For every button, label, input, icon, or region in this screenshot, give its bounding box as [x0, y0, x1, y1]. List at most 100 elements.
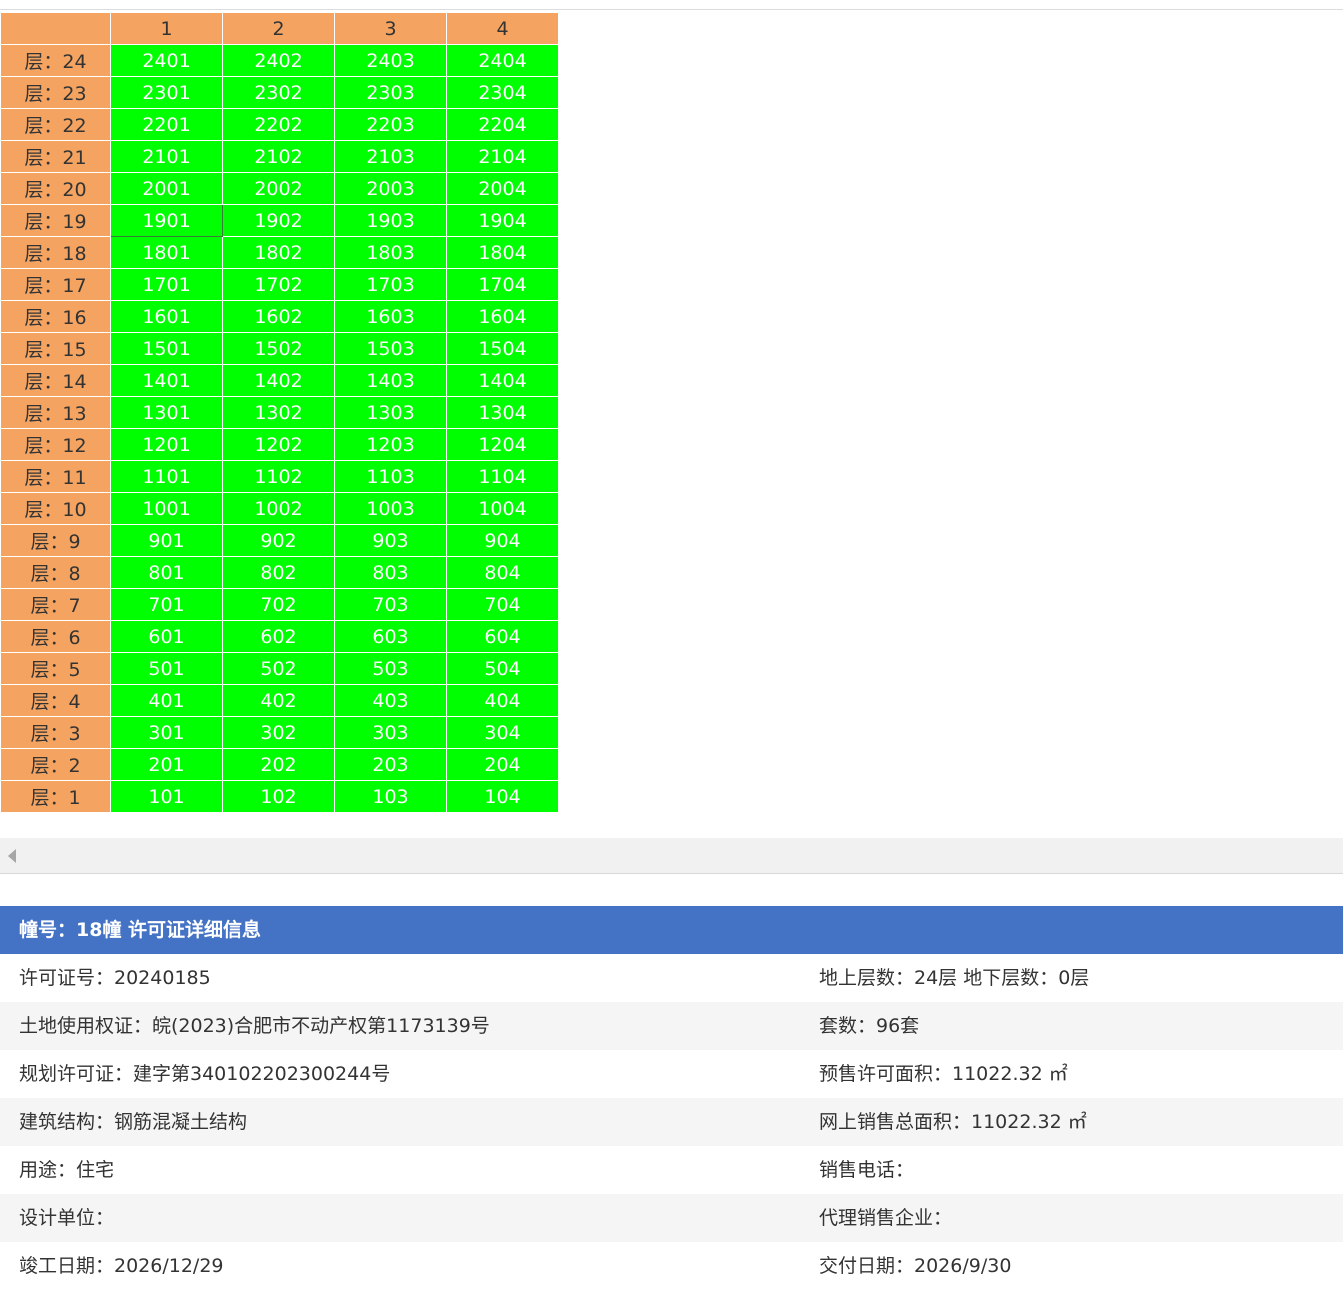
room-cell[interactable]: 201	[110, 748, 223, 781]
permit-info-table: 许可证号：20240185 地上层数：24层 地下层数：0层 土地使用权证：皖(20…	[0, 954, 1343, 1290]
room-cell[interactable]: 801	[110, 556, 223, 589]
room-cell[interactable]: 2002	[222, 172, 335, 205]
room-cell[interactable]: 1004	[446, 492, 559, 525]
room-cell[interactable]: 401	[110, 684, 223, 717]
room-cell[interactable]: 601	[110, 620, 223, 653]
room-cell[interactable]: 1202	[222, 428, 335, 461]
room-cell[interactable]: 1301	[110, 396, 223, 429]
room-cell[interactable]: 802	[222, 556, 335, 589]
room-cell[interactable]: 2201	[110, 108, 223, 141]
room-cell[interactable]: 404	[446, 684, 559, 717]
room-cell[interactable]: 2103	[334, 140, 447, 173]
room-cell[interactable]: 901	[110, 524, 223, 557]
room-cell[interactable]: 101	[110, 780, 223, 813]
room-cell[interactable]: 104	[446, 780, 559, 813]
room-cell[interactable]: 1403	[334, 364, 447, 397]
room-cell[interactable]: 2404	[446, 44, 559, 77]
room-cell[interactable]: 1604	[446, 300, 559, 333]
room-cell[interactable]: 2204	[446, 108, 559, 141]
room-cell[interactable]: 1001	[110, 492, 223, 525]
room-cell[interactable]: 301	[110, 716, 223, 749]
room-cell[interactable]: 1402	[222, 364, 335, 397]
room-cell[interactable]: 1203	[334, 428, 447, 461]
room-cell[interactable]: 204	[446, 748, 559, 781]
floor-label: 层：15	[0, 332, 111, 365]
room-cell[interactable]: 903	[334, 524, 447, 557]
room-cell[interactable]: 1502	[222, 332, 335, 365]
room-cell[interactable]: 1804	[446, 236, 559, 269]
room-cell[interactable]: 103	[334, 780, 447, 813]
room-cell[interactable]: 902	[222, 524, 335, 557]
room-cell[interactable]: 2403	[334, 44, 447, 77]
room-cell[interactable]: 2402	[222, 44, 335, 77]
arrow-left-icon[interactable]	[8, 849, 16, 863]
room-cell[interactable]: 2104	[446, 140, 559, 173]
room-cell[interactable]: 2304	[446, 76, 559, 109]
room-cell[interactable]: 102	[222, 780, 335, 813]
room-cell[interactable]: 1802	[222, 236, 335, 269]
room-cell[interactable]: 1902	[222, 204, 335, 237]
room-cell[interactable]: 701	[110, 588, 223, 621]
room-cell[interactable]: 603	[334, 620, 447, 653]
room-cell[interactable]: 1601	[110, 300, 223, 333]
room-cell[interactable]: 1501	[110, 332, 223, 365]
room-cell[interactable]: 804	[446, 556, 559, 589]
room-cell[interactable]: 2401	[110, 44, 223, 77]
room-cell[interactable]: 502	[222, 652, 335, 685]
room-cell[interactable]: 202	[222, 748, 335, 781]
room-cell[interactable]: 2102	[222, 140, 335, 173]
room-cell[interactable]: 501	[110, 652, 223, 685]
room-cell[interactable]: 604	[446, 620, 559, 653]
room-cell[interactable]: 1304	[446, 396, 559, 429]
room-cell[interactable]: 1503	[334, 332, 447, 365]
room-cell[interactable]: 1904	[446, 204, 559, 237]
room-cell[interactable]: 402	[222, 684, 335, 717]
room-cell[interactable]: 1401	[110, 364, 223, 397]
room-cell[interactable]: 2004	[446, 172, 559, 205]
room-cell[interactable]: 2202	[222, 108, 335, 141]
room-cell[interactable]: 1701	[110, 268, 223, 301]
room-cell[interactable]: 2303	[334, 76, 447, 109]
room-cell[interactable]: 1901	[110, 204, 223, 237]
room-cell[interactable]: 503	[334, 652, 447, 685]
room-cell[interactable]: 1201	[110, 428, 223, 461]
room-cell[interactable]: 803	[334, 556, 447, 589]
room-cell[interactable]: 504	[446, 652, 559, 685]
room-cell[interactable]: 1504	[446, 332, 559, 365]
room-cell[interactable]: 1303	[334, 396, 447, 429]
room-cell[interactable]: 1703	[334, 268, 447, 301]
room-cell[interactable]: 303	[334, 716, 447, 749]
room-cell[interactable]: 1003	[334, 492, 447, 525]
room-cell[interactable]: 1602	[222, 300, 335, 333]
room-cell[interactable]: 2302	[222, 76, 335, 109]
room-cell[interactable]: 1603	[334, 300, 447, 333]
room-cell[interactable]: 304	[446, 716, 559, 749]
room-cell[interactable]: 2101	[110, 140, 223, 173]
room-cell[interactable]: 1204	[446, 428, 559, 461]
room-cell[interactable]: 602	[222, 620, 335, 653]
room-cell[interactable]: 1404	[446, 364, 559, 397]
room-cell[interactable]: 1903	[334, 204, 447, 237]
room-cell[interactable]: 704	[446, 588, 559, 621]
room-cell[interactable]: 2003	[334, 172, 447, 205]
room-cell[interactable]: 1102	[222, 460, 335, 493]
room-cell[interactable]: 203	[334, 748, 447, 781]
room-cell[interactable]: 703	[334, 588, 447, 621]
room-cell[interactable]: 1103	[334, 460, 447, 493]
room-cell[interactable]: 1002	[222, 492, 335, 525]
room-cell[interactable]: 2001	[110, 172, 223, 205]
room-cell[interactable]: 904	[446, 524, 559, 557]
room-cell[interactable]: 1803	[334, 236, 447, 269]
room-cell[interactable]: 2203	[334, 108, 447, 141]
room-cell[interactable]: 702	[222, 588, 335, 621]
room-cell[interactable]: 302	[222, 716, 335, 749]
room-cell[interactable]: 1704	[446, 268, 559, 301]
room-cell[interactable]: 1104	[446, 460, 559, 493]
room-cell[interactable]: 2301	[110, 76, 223, 109]
room-cell[interactable]: 1702	[222, 268, 335, 301]
room-cell[interactable]: 1101	[110, 460, 223, 493]
room-cell[interactable]: 1302	[222, 396, 335, 429]
room-cell[interactable]: 403	[334, 684, 447, 717]
horizontal-scrollbar[interactable]	[0, 838, 1343, 874]
room-cell[interactable]: 1801	[110, 236, 223, 269]
